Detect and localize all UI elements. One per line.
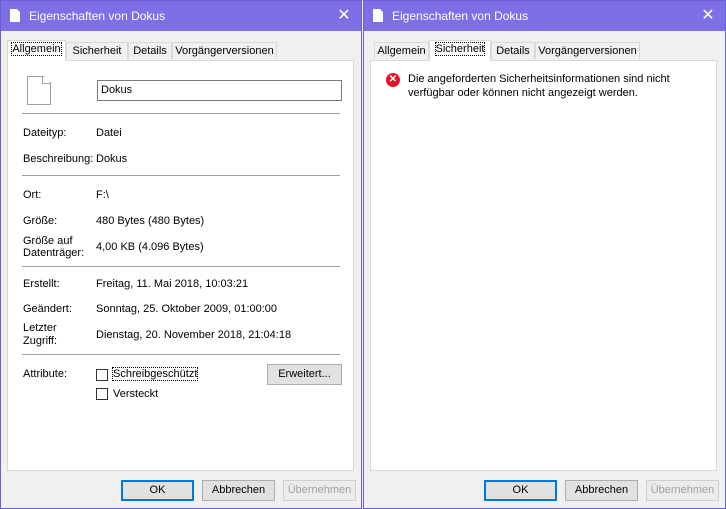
dateityp-value: Datei	[96, 127, 122, 139]
groesse-value: 480 Bytes (480 Bytes)	[96, 215, 205, 227]
window-title: Eigenschaften von Dokus	[29, 9, 166, 23]
zugriff-label-2: Zugriff:	[23, 335, 58, 347]
ort-label: Ort:	[23, 189, 42, 201]
tab-label: Details	[133, 45, 167, 57]
readonly-checkbox[interactable]	[96, 369, 108, 381]
zugriff-label-1: Letzter	[23, 322, 57, 334]
tab-label: Allgemein	[11, 42, 62, 56]
tab-vorgaengerversionen[interactable]: Vorgängerversionen	[172, 42, 277, 59]
close-button[interactable]: ✕	[327, 1, 361, 31]
cancel-button[interactable]: Abbrechen	[565, 480, 638, 501]
erstellt-value: Freitag, 11. Mai 2018, 10:03:21	[96, 278, 249, 290]
groesse-datentraeger-label-1: Größe auf	[23, 235, 73, 247]
beschreibung-label: Beschreibung:	[23, 153, 94, 165]
geaendert-label: Geändert:	[23, 303, 72, 315]
title-bar[interactable]: Eigenschaften von Dokus ✕	[1, 1, 361, 31]
error-message: Die angeforderten Sicherheitsinformation…	[408, 73, 670, 99]
ort-value: F:\	[96, 189, 109, 201]
tab-sicherheit[interactable]: Sicherheit	[66, 42, 128, 59]
separator	[22, 266, 340, 267]
dateityp-label: Dateityp:	[23, 127, 67, 139]
tab-details[interactable]: Details	[128, 42, 172, 59]
close-icon: ✕	[337, 7, 351, 24]
properties-window-security: Eigenschaften von Dokus ✕ Allgemein Sich…	[363, 0, 726, 509]
tab-allgemein[interactable]: Allgemein	[374, 42, 429, 59]
tab-sicherheit[interactable]: Sicherheit	[429, 40, 491, 61]
error-icon: ✕	[386, 73, 400, 87]
separator	[22, 113, 340, 114]
zugriff-value: Dienstag, 20. November 2018, 21:04:18	[96, 329, 292, 341]
tab-vorgaengerversionen[interactable]: Vorgängerversionen	[535, 42, 640, 59]
tab-label: Details	[496, 45, 530, 57]
tab-label: Vorgängerversionen	[175, 45, 274, 57]
file-icon	[27, 76, 51, 105]
tab-label: Sicherheit	[72, 45, 122, 57]
groesse-label: Größe:	[23, 215, 58, 227]
groesse-datentraeger-value: 4,00 KB (4.096 Bytes)	[96, 241, 204, 253]
groesse-datentraeger-label-2: Datenträger:	[23, 247, 85, 259]
document-icon	[373, 9, 383, 22]
properties-window-general: Eigenschaften von Dokus ✕ Allgemein Sich…	[0, 0, 362, 509]
file-name-input[interactable]: Dokus	[97, 80, 342, 101]
advanced-button[interactable]: Erweitert...	[267, 364, 342, 385]
apply-button[interactable]: Übernehmen	[646, 480, 719, 501]
tab-label: Allgemein	[377, 45, 426, 57]
title-bar[interactable]: Eigenschaften von Dokus ✕	[364, 1, 725, 31]
apply-button[interactable]: Übernehmen	[283, 480, 356, 501]
tab-label: Vorgängerversionen	[538, 45, 637, 57]
security-panel: ✕ Die angeforderten Sicherheitsinformati…	[370, 60, 717, 471]
ok-button[interactable]: OK	[121, 480, 194, 501]
beschreibung-value: Dokus	[96, 153, 128, 165]
cancel-button[interactable]: Abbrechen	[202, 480, 275, 501]
close-button[interactable]: ✕	[691, 1, 725, 31]
hidden-checkbox[interactable]	[96, 388, 108, 400]
window-title: Eigenschaften von Dokus	[392, 9, 529, 23]
tab-label: Sicherheit	[434, 42, 486, 56]
general-panel: Dokus Dateityp: Datei Beschreibung: Doku…	[7, 60, 354, 471]
tab-allgemein[interactable]: Allgemein	[7, 40, 66, 61]
attribute-label: Attribute:	[23, 368, 68, 380]
separator	[22, 175, 340, 176]
tab-details[interactable]: Details	[491, 42, 535, 59]
separator	[22, 354, 340, 355]
geaendert-value: Sonntag, 25. Oktober 2009, 01:00:00	[96, 303, 278, 315]
document-icon	[10, 9, 20, 22]
hidden-label[interactable]: Versteckt	[113, 388, 158, 400]
ok-button[interactable]: OK	[484, 480, 557, 501]
close-icon: ✕	[701, 7, 715, 24]
erstellt-label: Erstellt:	[23, 278, 60, 290]
readonly-label[interactable]: Schreibgeschützt	[111, 367, 199, 381]
